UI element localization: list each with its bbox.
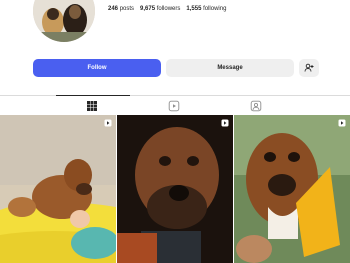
suggested-accounts-button[interactable] [299, 59, 319, 77]
follow-button[interactable]: Follow [33, 59, 161, 77]
reel-icon [338, 119, 346, 127]
post-thumbnail[interactable] [0, 115, 116, 263]
reel-icon [104, 119, 112, 127]
posts-label: posts [119, 6, 135, 12]
following-count: 1,555 [186, 6, 202, 12]
avatar-photo [33, 0, 95, 42]
post-thumbnail[interactable] [117, 115, 233, 263]
reels-icon [168, 100, 180, 112]
grid-icon [87, 101, 97, 111]
following-label: following [203, 6, 227, 12]
post-thumbnail[interactable] [234, 115, 350, 263]
post-image [117, 115, 233, 263]
profile-tabs [0, 95, 350, 114]
post-image [234, 115, 350, 263]
tab-tagged[interactable] [250, 99, 264, 112]
profile-avatar[interactable] [33, 0, 95, 42]
add-person-icon [304, 63, 314, 72]
tagged-icon [250, 100, 262, 112]
following-stat[interactable]: 1,555 following [186, 6, 226, 12]
reel-icon [221, 119, 229, 127]
posts-count: 246 [108, 6, 119, 12]
tab-posts[interactable] [56, 95, 130, 111]
tab-reels[interactable] [168, 99, 182, 112]
followers-stat[interactable]: 9,675 followers [140, 6, 180, 12]
message-button[interactable]: Message [166, 59, 294, 77]
posts-grid [0, 115, 350, 263]
posts-stat[interactable]: 246 posts [108, 6, 134, 12]
followers-count: 9,675 [140, 6, 156, 12]
profile-stats: 246 posts 9,675 followers 1,555 followin… [108, 6, 226, 12]
followers-label: followers [156, 6, 181, 12]
profile-actions: Follow Message [33, 59, 319, 77]
post-image [0, 115, 116, 263]
